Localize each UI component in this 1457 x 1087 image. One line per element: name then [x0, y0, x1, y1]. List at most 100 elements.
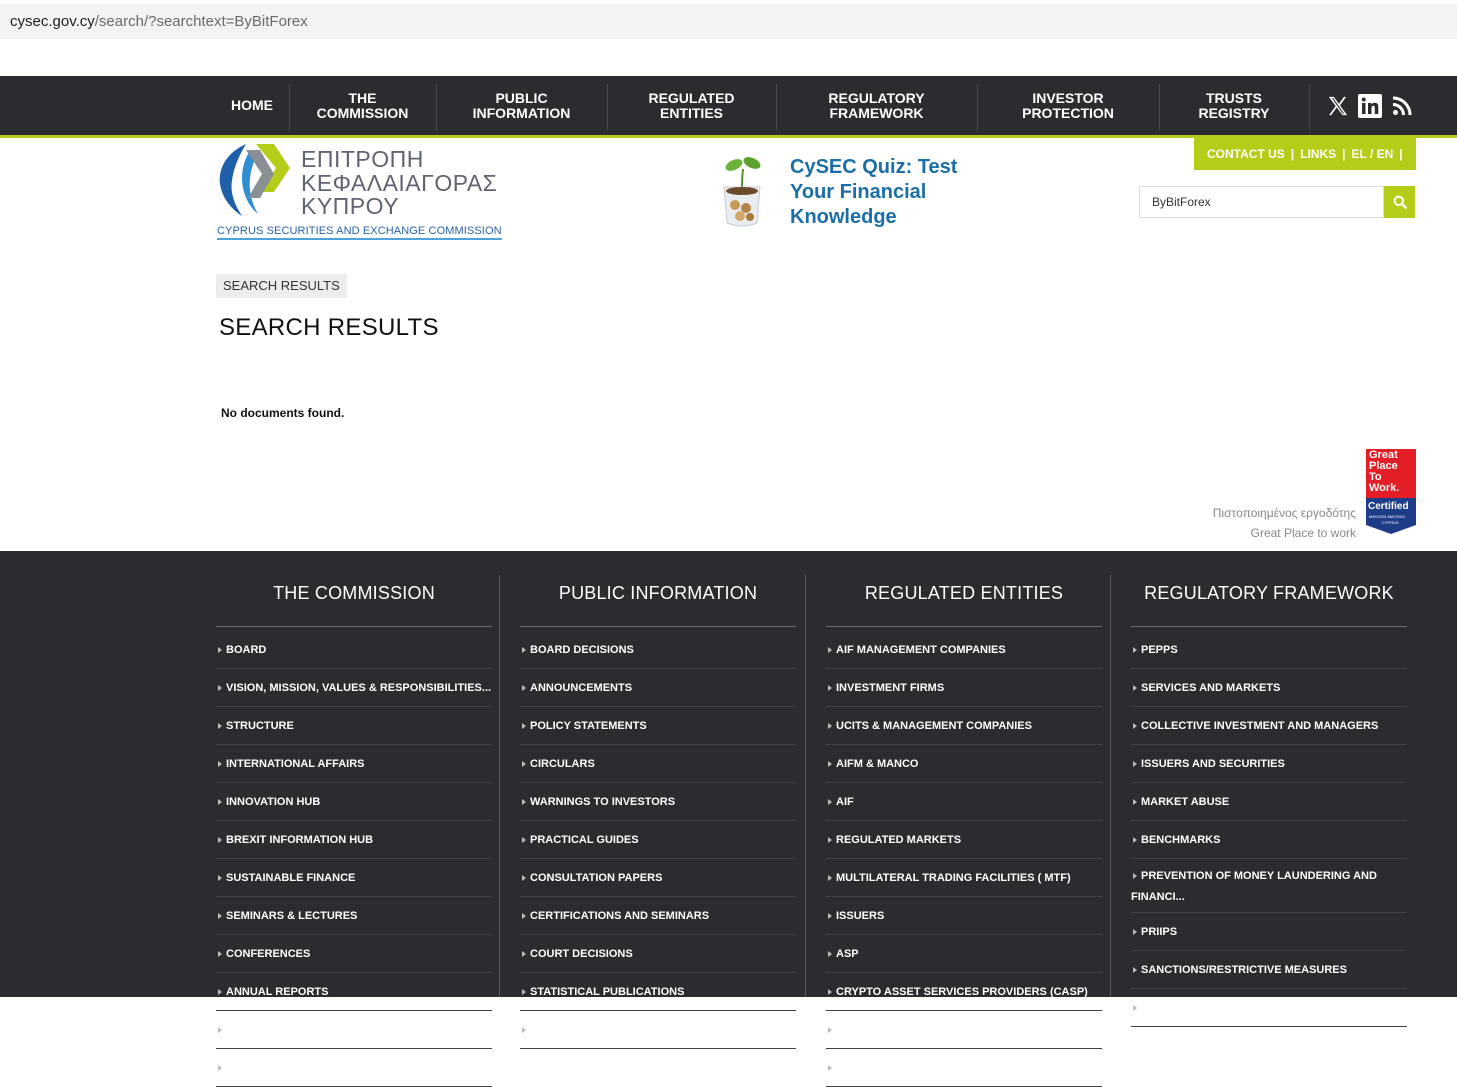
footer-link[interactable]: WARNINGS TO INVESTORS	[520, 783, 796, 821]
caret-right-icon	[218, 760, 222, 767]
breadcrumb[interactable]: SEARCH RESULTS	[216, 274, 347, 298]
footer-link[interactable]: CYSEC LAW	[1131, 989, 1407, 1027]
footer-link[interactable]: BENCHMARKS	[1131, 821, 1407, 859]
nav-regulated-entities-label: REGULATED ENTITIES	[648, 89, 735, 121]
footer-link[interactable]: ISSUERS AND SECURITIES	[1131, 745, 1407, 783]
caret-right-icon	[522, 646, 526, 653]
nav-home[interactable]: HOME	[216, 76, 288, 135]
footer-link[interactable]: PAYABLE FEES	[216, 1049, 492, 1087]
caret-right-icon	[1133, 966, 1137, 973]
caret-right-icon	[522, 798, 526, 805]
footer-link[interactable]: INNOVATION HUB	[216, 783, 492, 821]
footer-link[interactable]: INVESTMENT FIRMS	[826, 669, 1102, 707]
footer-link[interactable]: PRACTICAL GUIDES	[520, 821, 796, 859]
logo-greek-line: ΚΕΦΑΛΑΙΑΓΟΡΑΣ	[301, 169, 498, 196]
footer-link[interactable]: COLLECTIVE INVESTMENT AND MANAGERS	[1131, 707, 1407, 745]
footer-link-label: VISION, MISSION, VALUES & RESPONSIBILITI…	[226, 682, 492, 694]
footer-link[interactable]: DIGITAL SIGNATURE/SUBMISSION	[826, 1011, 1102, 1049]
language-switch[interactable]: EL / EN	[1352, 147, 1394, 161]
plant-jar-icon	[723, 157, 761, 227]
footer-link[interactable]: UCITS & MANAGEMENT COMPANIES	[826, 707, 1102, 745]
search-button[interactable]	[1384, 186, 1415, 218]
footer-link[interactable]: AIF	[826, 783, 1102, 821]
footer-link[interactable]: ANNUAL REPORTS	[216, 973, 492, 1011]
footer-link[interactable]: RISK BASED SUPERVISION FRAMEWORK	[826, 1049, 1102, 1087]
linkedin-icon[interactable]	[1356, 76, 1384, 135]
footer-link-label: BOARD	[226, 644, 267, 656]
address-bar[interactable]: cysec.gov.cy/search/?searchtext=ByBitFor…	[0, 4, 1457, 39]
nav-the-commission-label: THE COMMISSION	[316, 89, 409, 121]
footer-link[interactable]: BREXIT INFORMATION HUB	[216, 821, 492, 859]
nav-the-commission[interactable]: THE COMMISSION	[290, 76, 435, 135]
cysec-logo[interactable]: ΕΠΙΤΡΟΠΗ ΚΕΦΑΛΑΙΑΓΟΡΑΣ ΚΥΠΡΟΥ CYPRUS SEC…	[216, 142, 502, 242]
footer-link[interactable]: MULTILATERAL TRADING FACILITIES ( MTF)	[826, 859, 1102, 897]
contact-us-link[interactable]: CONTACT US	[1207, 147, 1285, 161]
footer-link[interactable]: SEMINARS & LECTURES	[216, 897, 492, 935]
logo-greek-line: ΚΥΠΡΟΥ	[301, 193, 400, 219]
footer-link[interactable]: AIFM & MANCO	[826, 745, 1102, 783]
footer-link[interactable]: ADMINISTRATIVE SANCTIONS	[520, 1011, 796, 1049]
footer-link[interactable]: SERVICES AND MARKETS	[1131, 669, 1407, 707]
footer-link-label: PRACTICAL GUIDES	[530, 834, 639, 846]
nav-regulated-entities[interactable]: REGULATED ENTITIES	[608, 76, 775, 135]
footer-link[interactable]: BOARD DECISIONS	[520, 631, 796, 669]
footer-link-label: BREXIT INFORMATION HUB	[226, 834, 374, 846]
footer-column-rule	[520, 626, 796, 627]
x-icon[interactable]	[1324, 76, 1352, 135]
gptw-line1: Πιστοποιημένος εργοδότης	[1212, 506, 1356, 520]
footer-link[interactable]: CERTIFICATIONS AND SEMINARS	[520, 897, 796, 935]
footer-link[interactable]: ASP	[826, 935, 1102, 973]
footer-link[interactable]: PREVENTION OF MONEY LAUNDERING AND FINAN…	[1131, 859, 1407, 913]
footer-link[interactable]: PRIIPS	[1131, 913, 1407, 951]
footer-link-label: STATISTICAL PUBLICATIONS	[530, 986, 685, 998]
caret-right-icon	[1133, 798, 1137, 805]
no-results-message: No documents found.	[221, 406, 345, 420]
footer-link[interactable]: AIF MANAGEMENT COMPANIES	[826, 631, 1102, 669]
caret-right-icon	[1133, 872, 1137, 879]
url-domain: cysec.gov.cy	[10, 13, 95, 30]
footer-link[interactable]: VISION, MISSION, VALUES & RESPONSIBILITI…	[216, 669, 492, 707]
caret-right-icon	[1133, 928, 1137, 935]
footer-link[interactable]: CONSULTATION PAPERS	[520, 859, 796, 897]
footer-link[interactable]: CRYPTO ASSET SERVICES PROVIDERS (CASP)	[826, 973, 1102, 1011]
caret-right-icon	[218, 1064, 222, 1071]
caret-right-icon	[828, 836, 832, 843]
footer-link[interactable]: ISSUERS	[826, 897, 1102, 935]
footer-link[interactable]: STATISTICAL PUBLICATIONS	[520, 973, 796, 1011]
nav-public-information-label: PUBLIC INFORMATION	[472, 89, 571, 121]
footer-column-title: REGULATORY FRAMEWORK	[1144, 583, 1394, 603]
footer-link-label: CONFERENCES	[226, 948, 311, 960]
nav-separator	[1309, 84, 1310, 130]
nav-regulatory-framework[interactable]: REGULATORY FRAMEWORK	[777, 76, 976, 135]
footer-link[interactable]: STRUCTURE	[216, 707, 492, 745]
footer-link[interactable]: BOARD	[216, 631, 492, 669]
footer-column-title: PUBLIC INFORMATION	[558, 583, 758, 603]
footer-link[interactable]: MARKET ABUSE	[1131, 783, 1407, 821]
footer-link[interactable]: REGULATED MARKETS	[826, 821, 1102, 859]
nav-trusts-registry[interactable]: TRUSTS REGISTRY	[1160, 76, 1308, 135]
quiz-promo[interactable]: CySEC Quiz: Test Your Financial Knowledg…	[713, 153, 983, 233]
footer-link[interactable]: CONFERENCES	[216, 935, 492, 973]
nav-investor-protection[interactable]: INVESTOR PROTECTION	[978, 76, 1158, 135]
footer-link-label: BENCHMARKS	[1141, 834, 1221, 846]
footer-link[interactable]: ANNOUNCEMENTS	[520, 669, 796, 707]
search-icon	[1393, 195, 1407, 209]
search-input[interactable]	[1139, 186, 1384, 218]
footer-link[interactable]: SANCTIONS/RESTRICTIVE MEASURES	[1131, 951, 1407, 989]
footer-link-list: PEPPS SERVICES AND MARKETS COLLECTIVE INVE…	[1131, 631, 1407, 1027]
caret-right-icon	[218, 836, 222, 843]
footer-link[interactable]: POLICY STATEMENTS	[520, 707, 796, 745]
nav-public-information[interactable]: PUBLIC INFORMATION	[437, 76, 606, 135]
footer-link[interactable]: INTERNATIONAL AFFAIRS	[216, 745, 492, 783]
footer-link-label: CIRCULARS	[530, 758, 595, 770]
links-link[interactable]: LINKS	[1300, 147, 1336, 161]
footer-link[interactable]: COURT DECISIONS	[520, 935, 796, 973]
footer-link[interactable]: FINANCIAL STATEMENTS	[216, 1011, 492, 1049]
footer-link[interactable]: CIRCULARS	[520, 745, 796, 783]
caret-right-icon	[218, 1026, 222, 1033]
footer-link[interactable]: PEPPS	[1131, 631, 1407, 669]
footer-link[interactable]: SUSTAINABLE FINANCE	[216, 859, 492, 897]
gptw-badge[interactable]: Great Place To Work. Certified MAY2023-M…	[1366, 449, 1416, 534]
separator: |	[1399, 147, 1403, 161]
rss-icon[interactable]	[1388, 76, 1416, 135]
